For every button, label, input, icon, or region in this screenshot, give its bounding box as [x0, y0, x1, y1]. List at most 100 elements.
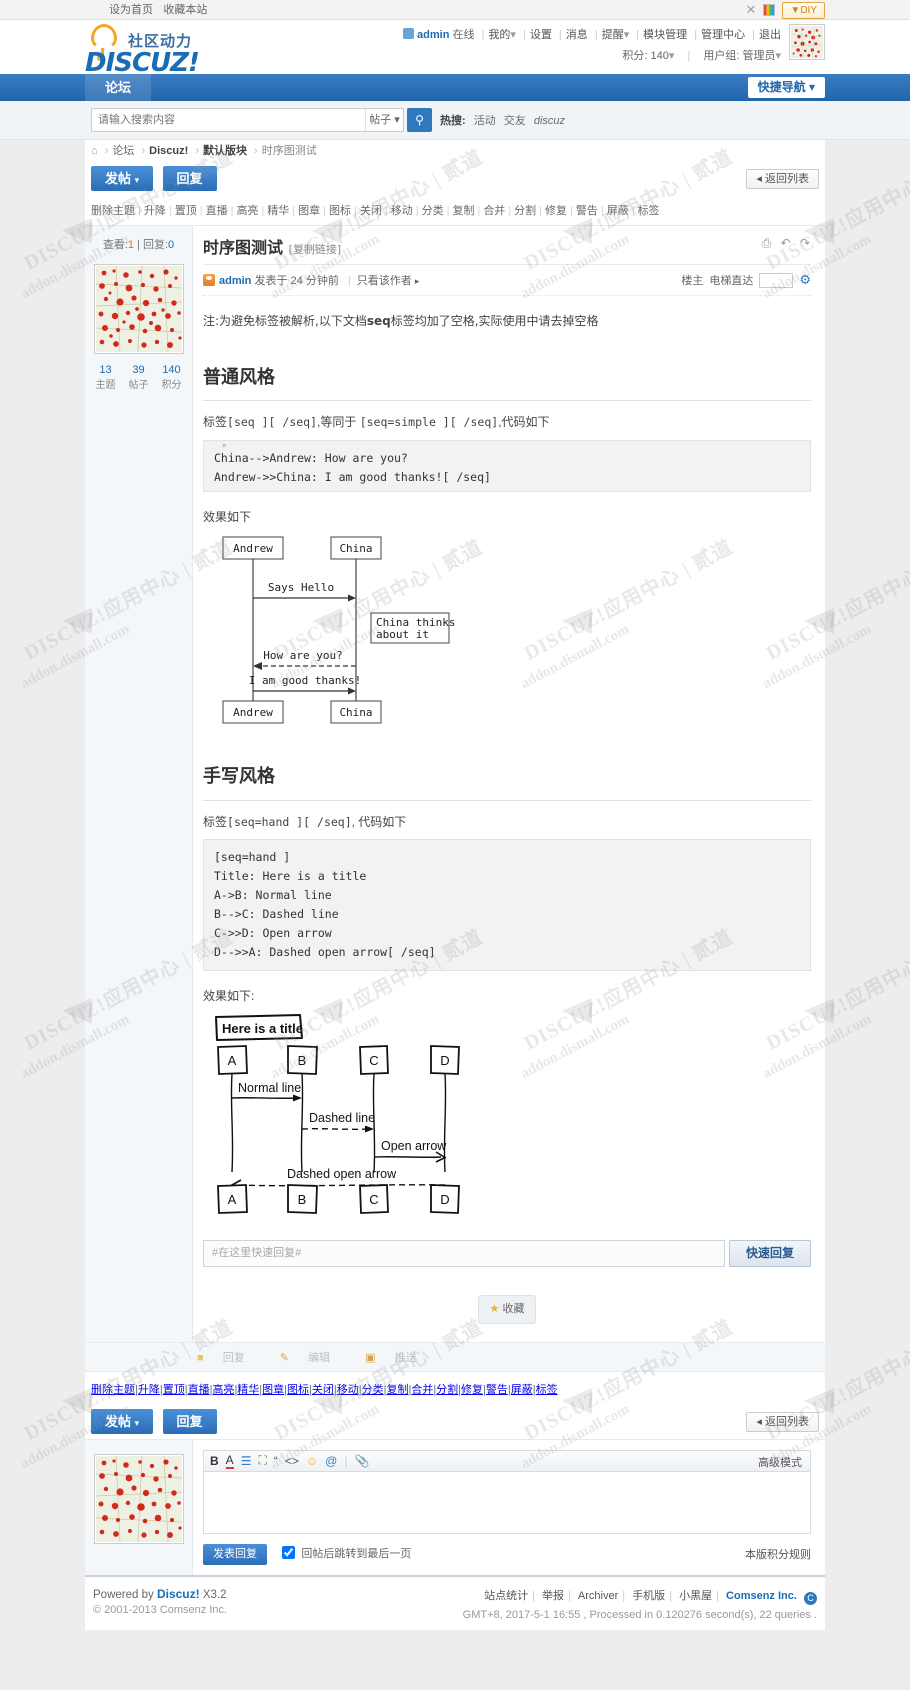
floor-select[interactable] — [759, 272, 794, 288]
mod2-11[interactable]: 复制 — [386, 1384, 408, 1396]
edit-action[interactable]: ✎ 编辑 — [280, 1352, 346, 1364]
favorite-site-link[interactable]: 收藏本站 — [163, 4, 207, 16]
quote-icon[interactable]: “ — [274, 1454, 278, 1468]
attach-icon[interactable]: 📎 — [354, 1454, 369, 1468]
messages-link[interactable]: 消息 — [566, 29, 588, 41]
reply-button-bottom[interactable]: 回复 — [162, 1408, 217, 1434]
mod-17[interactable]: 标签 — [638, 205, 660, 217]
mod-4[interactable]: 高亮 — [236, 205, 258, 217]
push-action[interactable]: ▣ 推送 — [365, 1352, 432, 1364]
reply-button-top[interactable]: 回复 — [162, 166, 217, 191]
author-avatar[interactable] — [93, 264, 184, 354]
post-button-top[interactable]: 发帖 ▾ — [91, 166, 154, 191]
mod-9[interactable]: 移动 — [391, 205, 413, 217]
mod2-10[interactable]: 分类 — [362, 1384, 384, 1396]
hot-item-2[interactable]: discuz — [534, 115, 565, 127]
stat-posts[interactable]: 39 帖子 — [129, 364, 149, 391]
text-color-icon[interactable]: A — [225, 1453, 234, 1469]
footer-link-comsenz[interactable]: Comsenz Inc. — [726, 1590, 797, 1602]
code-icon[interactable]: <> — [285, 1454, 299, 1468]
footer-link-1[interactable]: 举报 — [542, 1590, 564, 1602]
stat-credits[interactable]: 140 积分 — [162, 364, 182, 391]
mod2-12[interactable]: 合并 — [411, 1384, 433, 1396]
mod-11[interactable]: 复制 — [452, 205, 474, 217]
mod-3[interactable]: 直播 — [206, 205, 228, 217]
prev-icon[interactable]: ↶ — [781, 236, 794, 250]
mod-14[interactable]: 修复 — [545, 205, 567, 217]
forum-credit-rule-link[interactable]: 本版积分规则 — [745, 1546, 811, 1562]
quick-nav-button[interactable]: 快捷导航 ▾ — [747, 77, 825, 98]
notice-link[interactable]: 提醒 — [602, 29, 624, 41]
submit-reply-button[interactable]: 发表回复 — [203, 1543, 267, 1565]
reply-action[interactable]: ■ 回复 — [197, 1352, 261, 1364]
site-logo[interactable]: 社区动力 DISCUZ! — [85, 22, 260, 78]
mod-13[interactable]: 分割 — [514, 205, 536, 217]
jump-last-page-checkbox[interactable]: 回帖后跳转到最后一页 — [278, 1545, 411, 1560]
diy-button[interactable]: ▼DIY — [782, 1, 825, 19]
mod2-14[interactable]: 修复 — [461, 1384, 483, 1396]
mod2-13[interactable]: 分割 — [436, 1384, 458, 1396]
mod2-4[interactable]: 高亮 — [212, 1384, 234, 1396]
mod-0[interactable]: 删除主题 — [91, 205, 135, 217]
advanced-mode-link[interactable]: 高级模式 — [758, 1454, 802, 1470]
mod-7[interactable]: 图标 — [329, 205, 351, 217]
breadcrumb-item-1[interactable]: Discuz! — [149, 145, 188, 157]
username[interactable]: admin — [417, 29, 449, 41]
mod2-7[interactable]: 图标 — [287, 1384, 309, 1396]
elevator-label[interactable]: 电梯直达 — [709, 272, 753, 288]
copy-link-button[interactable]: [复制链接] — [289, 243, 342, 256]
mod-1[interactable]: 升降 — [144, 205, 166, 217]
post-author-name[interactable]: admin — [219, 275, 251, 287]
hot-item-0[interactable]: 活动 — [474, 115, 496, 127]
mod2-5[interactable]: 精华 — [237, 1384, 259, 1396]
mod2-17[interactable]: 标签 — [536, 1384, 558, 1396]
reply-avatar[interactable] — [93, 1453, 184, 1544]
align-icon[interactable]: ☰ — [241, 1454, 252, 1468]
footer-brand[interactable]: Discuz! — [157, 1587, 200, 1601]
mod-6[interactable]: 图章 — [298, 205, 320, 217]
mod2-16[interactable]: 屏蔽 — [511, 1384, 533, 1396]
mod2-6[interactable]: 图章 — [262, 1384, 284, 1396]
admin-center-link[interactable]: 管理中心 — [701, 29, 745, 41]
breadcrumb-item-2[interactable]: 默认版块 — [203, 145, 247, 157]
mod2-9[interactable]: 移动 — [337, 1384, 359, 1396]
mod-12[interactable]: 合并 — [483, 205, 505, 217]
shuffle-icon[interactable]: ✕ — [746, 2, 757, 18]
mod2-3[interactable]: 直播 — [188, 1384, 210, 1396]
mod-16[interactable]: 屏蔽 — [607, 205, 629, 217]
module-manage-link[interactable]: 模块管理 — [643, 29, 687, 41]
favorite-button[interactable]: ★ 收藏 — [477, 1294, 537, 1324]
header-avatar[interactable] — [789, 24, 825, 60]
search-button[interactable]: ⚲ — [407, 108, 432, 132]
only-author-link[interactable]: 只看该作者 — [357, 275, 412, 287]
editor-textarea[interactable] — [203, 1471, 811, 1534]
jump-checkbox-input[interactable] — [282, 1545, 296, 1559]
palette-icon[interactable] — [763, 4, 776, 16]
stat-topics[interactable]: 13 主题 — [96, 364, 116, 391]
nav-tab-forum[interactable]: 论坛 — [85, 74, 152, 101]
my-menu[interactable]: 我的 — [488, 29, 510, 41]
search-input[interactable] — [92, 109, 326, 131]
back-list-button-bottom[interactable]: ◂ 返回列表 — [746, 1411, 819, 1432]
footer-link-4[interactable]: 小黑屋 — [679, 1590, 712, 1602]
quick-reply-input[interactable]: #在这里快速回复# — [203, 1239, 725, 1267]
mod-10[interactable]: 分类 — [422, 205, 444, 217]
printer-icon[interactable]: ⎙ — [762, 236, 775, 250]
mod2-1[interactable]: 升降 — [138, 1384, 160, 1396]
quick-reply-button[interactable]: 快速回复 — [729, 1239, 811, 1267]
back-list-button-top[interactable]: ◂ 返回列表 — [746, 169, 819, 189]
footer-link-3[interactable]: 手机版 — [632, 1590, 665, 1602]
next-icon[interactable]: ↷ — [800, 236, 813, 250]
mod2-15[interactable]: 警告 — [486, 1384, 508, 1396]
mod2-2[interactable]: 置顶 — [163, 1384, 185, 1396]
mod2-0[interactable]: 删除主题 — [91, 1384, 135, 1396]
mod-2[interactable]: 置顶 — [175, 205, 197, 217]
hot-item-1[interactable]: 交友 — [504, 115, 526, 127]
mod-8[interactable]: 关闭 — [360, 205, 382, 217]
image-icon[interactable]: ⛶ — [258, 1453, 266, 1468]
smiley-icon[interactable]: ☺ — [306, 1454, 318, 1468]
set-home-link[interactable]: 设为首页 — [109, 4, 153, 16]
footer-link-2[interactable]: Archiver — [578, 1590, 618, 1602]
mention-icon[interactable]: @ — [325, 1454, 337, 1468]
mod-5[interactable]: 精华 — [267, 205, 289, 217]
